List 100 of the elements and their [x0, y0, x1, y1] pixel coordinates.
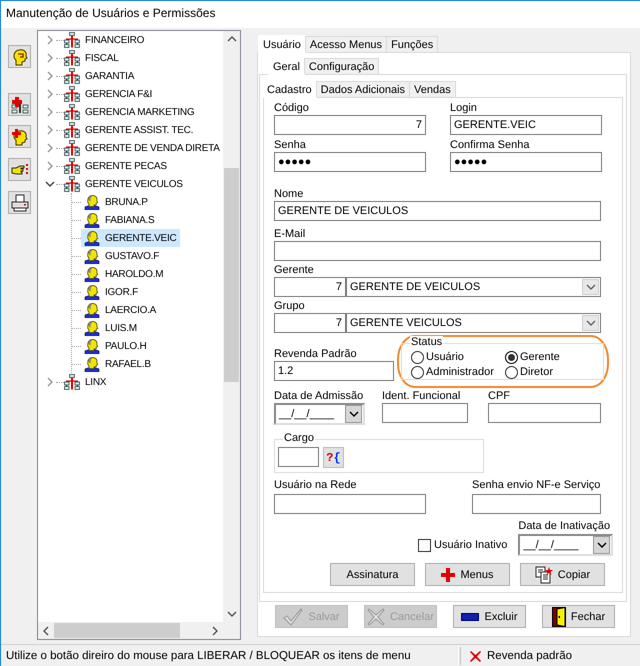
text-field[interactable]: 1.2: [274, 361, 394, 381]
scroll-thumb[interactable]: [224, 168, 239, 382]
radio-label[interactable]: Diretor: [520, 366, 554, 378]
text-field[interactable]: [488, 403, 601, 423]
field-label: Grupo: [274, 299, 306, 313]
form-button[interactable]: Assinatura: [330, 563, 415, 586]
action-button[interactable]: Excluir: [453, 605, 526, 628]
user-icon: [84, 320, 100, 336]
tree-item[interactable]: GERENCIA F&I: [85, 88, 152, 100]
tree-item[interactable]: GERENTE PECAS: [85, 160, 167, 172]
tree-item[interactable]: PAULO.H: [81, 337, 150, 355]
field-label: E-Mail: [274, 227, 306, 241]
field-label: Data de Admissão: [274, 389, 364, 403]
status-text: Revenda padrão: [487, 650, 572, 662]
text-field[interactable]: [278, 447, 319, 467]
scroll-left-icon: [41, 626, 51, 636]
password-field[interactable]: ●●●●●: [450, 152, 602, 172]
org-chart-icon: [64, 122, 80, 138]
toolbar-button[interactable]: [8, 191, 31, 214]
tree-item[interactable]: GERENCIA MARKETING: [85, 106, 194, 118]
toolbar-button[interactable]: [8, 45, 31, 68]
tree-item[interactable]: FISCAL: [85, 52, 119, 64]
text-field[interactable]: [274, 494, 426, 514]
tree-item[interactable]: RAFAEL.B: [81, 355, 155, 373]
tree-item[interactable]: LINX: [85, 376, 106, 388]
scroll-down-icon: [226, 609, 236, 619]
radio-button[interactable]: [505, 366, 518, 378]
tab[interactable]: Configuração: [304, 58, 380, 74]
field-label: Confirma Senha: [450, 138, 530, 152]
text-field[interactable]: [274, 241, 601, 261]
tree-item[interactable]: GERENTE ASSIST. TEC.: [85, 124, 194, 136]
dropdown-field[interactable]: GERENTE VEICULOS: [346, 313, 601, 333]
password-field[interactable]: ●●●●●: [274, 152, 426, 172]
form-button[interactable]: Menus: [425, 563, 510, 586]
field-label: Revenda Padrão: [274, 347, 358, 361]
user-icon: [84, 356, 100, 372]
date-field[interactable]: __/__/____: [518, 534, 614, 556]
copy-icon: [534, 566, 553, 584]
expander-icon[interactable]: [45, 179, 55, 189]
checkbox[interactable]: Usuário Inativo: [418, 538, 508, 552]
radio-label[interactable]: Administrador: [426, 366, 494, 378]
tree-item[interactable]: LAERCIO.A: [81, 301, 160, 319]
text-field[interactable]: [472, 494, 601, 514]
text-field[interactable]: [382, 403, 468, 423]
pointing-hand-icon: [10, 162, 28, 178]
tree-item[interactable]: IGOR.F: [81, 283, 142, 301]
tree-item[interactable]: GERENTE VEICULOS: [85, 178, 183, 190]
form-button[interactable]: Copiar: [520, 563, 605, 586]
org-chart-icon: [64, 32, 80, 48]
chevron-down-icon: [348, 409, 358, 419]
date-field[interactable]: __/__/____: [274, 403, 365, 425]
door-icon: [552, 606, 566, 626]
org-chart-plus-icon: [10, 96, 28, 114]
text-field[interactable]: GERENTE.VEIC: [450, 115, 602, 135]
tab[interactable]: Vendas: [409, 81, 456, 97]
head-icon: [12, 48, 28, 66]
action-button[interactable]: Fechar: [542, 605, 615, 628]
tree-item[interactable]: FINANCEIRO: [85, 34, 144, 46]
toolbar-button[interactable]: [8, 158, 31, 181]
tree-item[interactable]: BRUNA.P: [81, 193, 152, 211]
minus-icon: [461, 612, 480, 620]
tree-item[interactable]: GERENTE DE VENDA DIRETA: [85, 142, 220, 154]
field-label: Ident. Funcional: [382, 389, 462, 403]
tree-item[interactable]: FABIANA.S: [81, 211, 158, 229]
status-text: Utilize o botão direiro do mouse para LIBERAR / BLOQUEAR os itens de menu: [5, 650, 412, 662]
radio-button[interactable]: [411, 350, 424, 364]
radio-button[interactable]: [411, 366, 424, 378]
user-icon: [84, 248, 100, 264]
radio-label[interactable]: Usuário: [426, 351, 464, 363]
user-icon: [84, 338, 100, 354]
scroll-right-icon: [210, 626, 220, 636]
lookup-button[interactable]: ?{: [323, 447, 344, 468]
tree-item[interactable]: GARANTIA: [85, 70, 134, 82]
radio-button[interactable]: [505, 350, 518, 364]
field-value: __/__/____: [523, 539, 578, 551]
tab[interactable]: Usuário: [258, 35, 306, 53]
tree-item[interactable]: GERENTE.VEIC: [81, 229, 180, 247]
radio-label[interactable]: Gerente: [520, 351, 560, 363]
horizontal-scrollbar[interactable]: [38, 622, 223, 639]
user-icon: [84, 212, 100, 228]
text-field[interactable]: GERENTE DE VEICULOS: [274, 201, 601, 221]
toolbar-button[interactable]: [8, 93, 31, 116]
toolbar-button[interactable]: [8, 125, 31, 148]
tab[interactable]: Acesso Menus: [304, 36, 388, 52]
text-field[interactable]: 7: [274, 277, 346, 297]
scroll-up-icon: [226, 34, 236, 44]
field-label: Gerente: [274, 263, 315, 277]
tab[interactable]: Funções: [386, 36, 438, 52]
scroll-thumb[interactable]: [54, 623, 180, 638]
tree-item[interactable]: LUIS.M: [81, 319, 141, 337]
tab[interactable]: Dados Adicionais: [316, 81, 410, 97]
text-field[interactable]: 7: [274, 313, 346, 333]
field-value: __/__/____: [279, 408, 334, 420]
vertical-scrollbar[interactable]: [223, 31, 240, 622]
tree-item[interactable]: GUSTAVO.F: [81, 247, 164, 265]
dropdown-field[interactable]: GERENTE DE VEICULOS: [346, 277, 601, 297]
tree-item[interactable]: HAROLDO.M: [81, 265, 168, 283]
dropdown-button[interactable]: [345, 405, 362, 423]
dropdown-button[interactable]: [593, 536, 610, 554]
text-field[interactable]: 7: [274, 115, 426, 135]
